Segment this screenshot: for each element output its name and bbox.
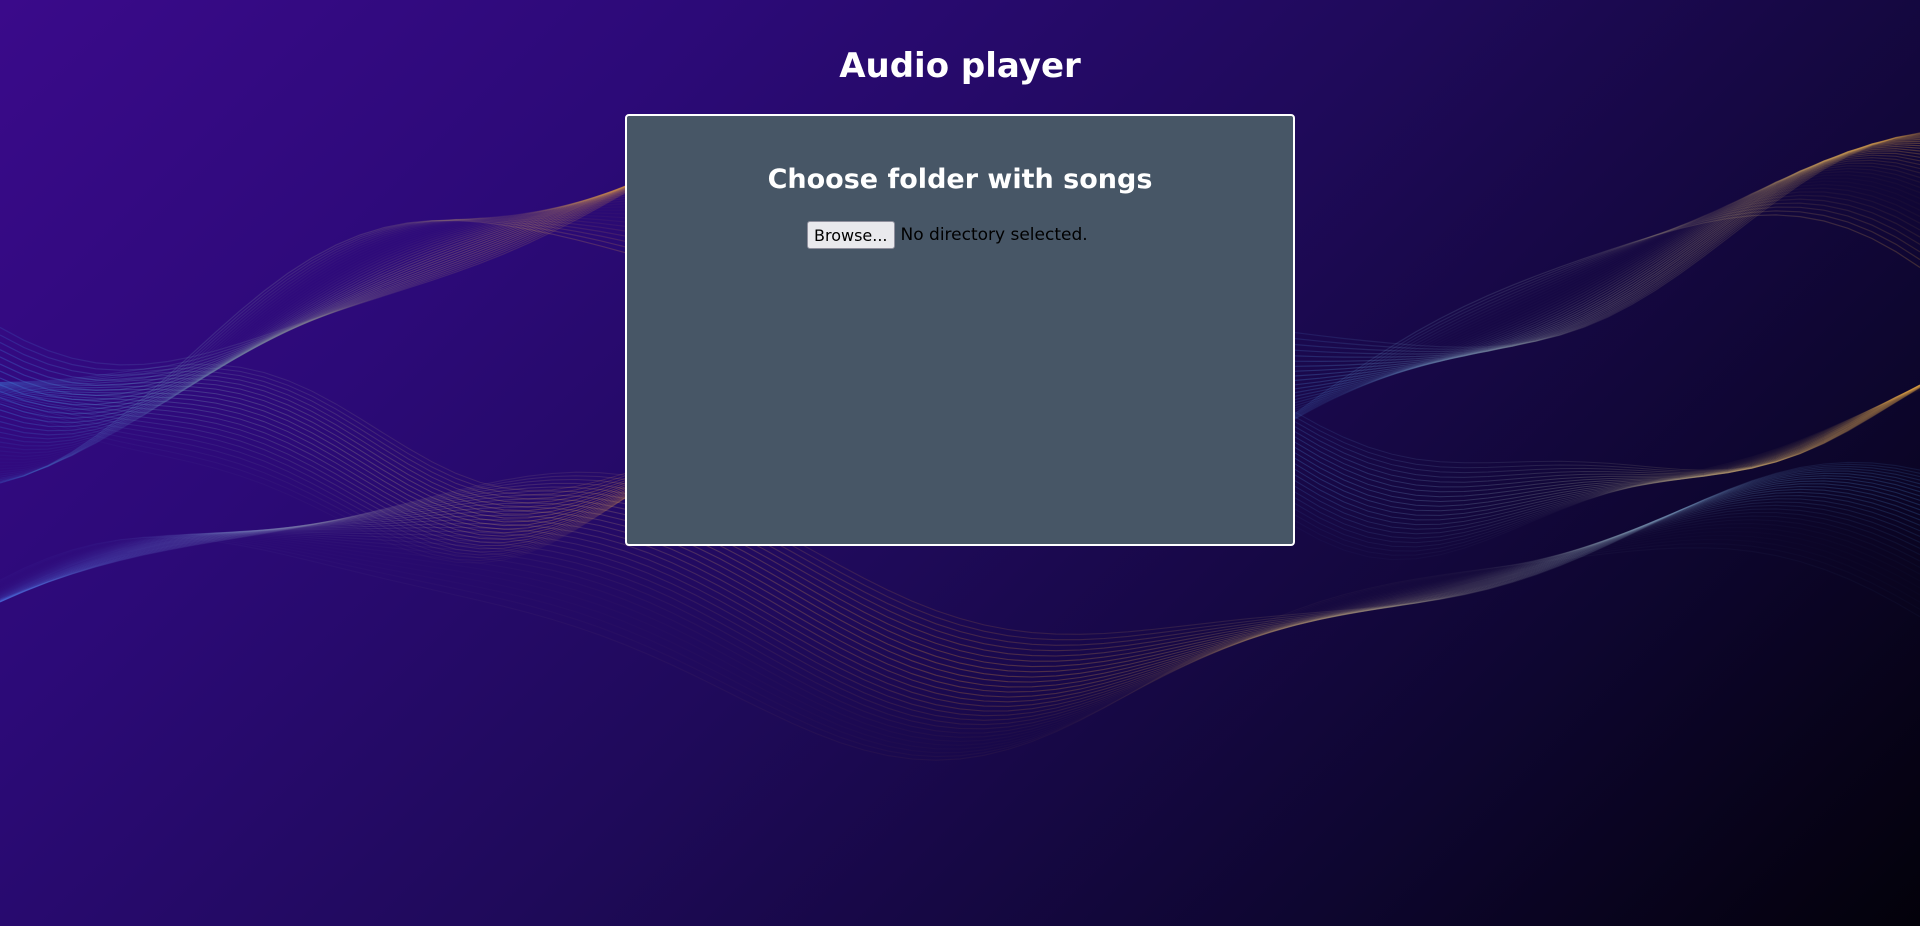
browse-button[interactable]: Browse... xyxy=(807,221,895,249)
folder-chooser-panel: Choose folder with songs Browse... No di… xyxy=(625,114,1295,546)
page-title: Audio player xyxy=(839,46,1081,86)
file-status-text: No directory selected. xyxy=(900,225,1088,245)
panel-heading: Choose folder with songs xyxy=(767,164,1153,195)
folder-input[interactable]: Browse... No directory selected. xyxy=(807,221,1088,249)
